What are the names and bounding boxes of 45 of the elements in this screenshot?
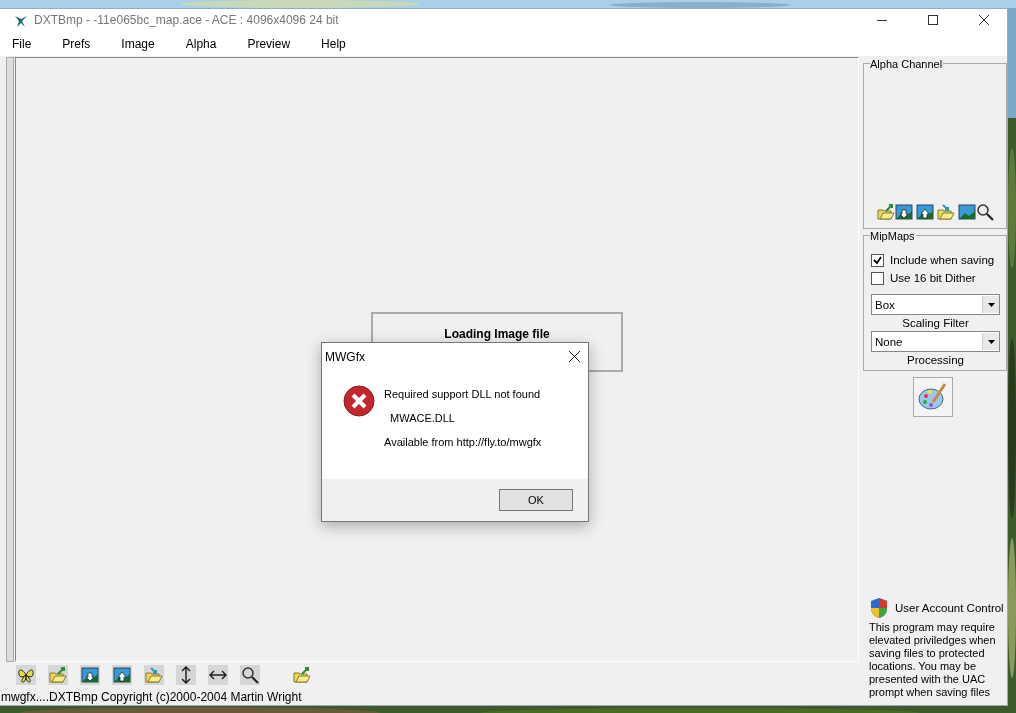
menu-item[interactable]: Alpha xyxy=(177,36,225,51)
field-label: Scaling Filter xyxy=(901,317,970,329)
left-right-arrow-icon[interactable] xyxy=(209,670,227,680)
loading-text: Loading Image file xyxy=(444,327,550,341)
group-title: MipMaps xyxy=(870,230,916,242)
processing-dropdown[interactable]: None xyxy=(871,331,1000,352)
up-down-arrow-icon[interactable] xyxy=(181,666,191,684)
picture-icon[interactable] xyxy=(957,204,976,220)
scaling-filter-dropdown[interactable]: Box xyxy=(871,294,1000,315)
menu-item[interactable]: Preview xyxy=(239,36,299,51)
checkbox[interactable] xyxy=(871,253,884,267)
close-icon[interactable] xyxy=(569,351,580,362)
uac-description: This program may require elevated priviledges when saving files to protected locations. You may be presented with the UAC prompt when saving files xyxy=(869,621,997,699)
close-icon[interactable] xyxy=(979,15,989,25)
shield-icon xyxy=(869,597,889,619)
butterfly-icon[interactable] xyxy=(17,667,35,683)
caret-icon xyxy=(987,339,995,344)
error-icon xyxy=(342,384,376,418)
uac-title: User Account Control xyxy=(895,602,1004,614)
folder-arrow-icon[interactable] xyxy=(145,667,163,683)
maximize-icon[interactable] xyxy=(928,15,938,25)
checkbox[interactable] xyxy=(871,271,884,285)
menu-item[interactable]: Prefs xyxy=(54,36,99,51)
status-text: mwgfx....DXTBmp Copyright (c)2000-2004 Martin Wright xyxy=(1,689,302,704)
minimize-icon[interactable] xyxy=(877,19,887,21)
magnifier-icon[interactable] xyxy=(975,203,994,221)
group-title: Alpha Channel xyxy=(870,58,944,70)
dialog-title: MWGfx xyxy=(325,349,365,364)
checkbox-label: Use 16 bit Dither xyxy=(890,272,976,284)
caret-icon xyxy=(987,302,995,307)
menu-item[interactable]: File xyxy=(4,36,40,51)
field-label: Processing xyxy=(906,354,965,366)
checkbox-label: Include when saving xyxy=(890,254,995,266)
folder-arrow-icon[interactable] xyxy=(49,667,67,683)
folder-arrow-icon[interactable] xyxy=(293,667,311,683)
menu-item[interactable]: Image xyxy=(113,36,163,51)
error-message: Required support DLL not found xyxy=(384,388,542,400)
window-title: DXTBmp - -11e065bc_map.ace - ACE : 4096x4096 24 bit xyxy=(34,13,340,27)
ok-button[interactable]: OK xyxy=(499,489,573,511)
dll-name: MWACE.DLL xyxy=(389,412,456,424)
menu-item[interactable]: Help xyxy=(313,36,354,51)
magnifier-icon[interactable] xyxy=(241,666,259,684)
palette-button[interactable] xyxy=(913,377,953,417)
folder-arrow-icon[interactable] xyxy=(876,204,895,220)
source-text: Available from http://fly.to/mwgfx xyxy=(384,436,542,448)
